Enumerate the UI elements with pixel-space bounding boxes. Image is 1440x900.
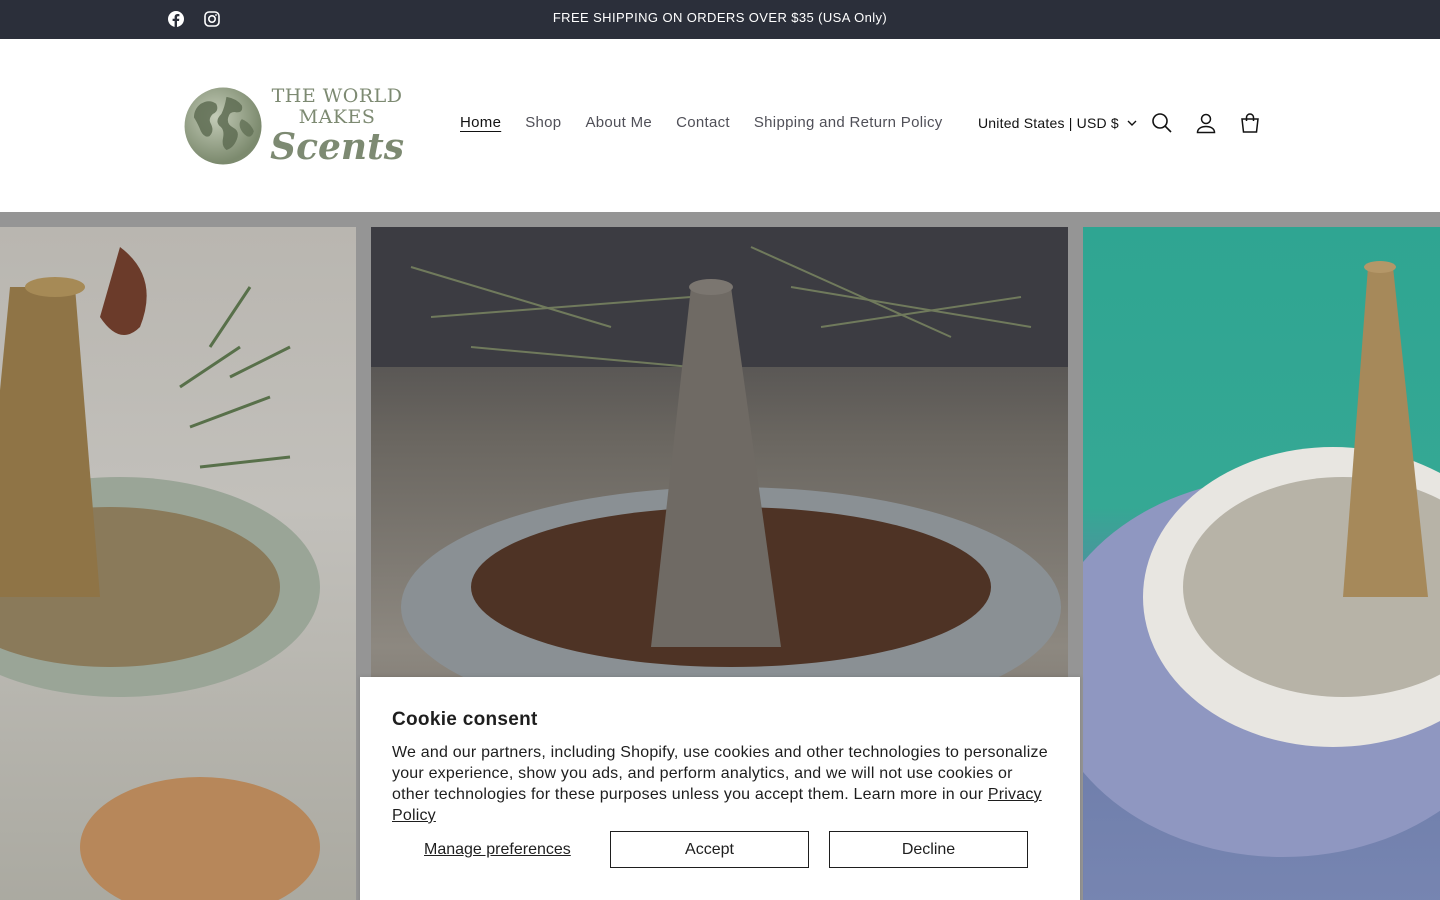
announcement-message: FREE SHIPPING ON ORDERS OVER $35 (USA On… (552, 10, 888, 25)
announcement-bar: FREE SHIPPING ON ORDERS OVER $35 (USA On… (0, 0, 1440, 39)
hero-image-lavender-cone (1083, 227, 1440, 900)
cookie-consent-dialog: Cookie consent We and our partners, incl… (360, 677, 1080, 900)
nav-shop[interactable]: Shop (513, 114, 573, 131)
globe-icon (184, 87, 262, 165)
cookie-body-text: We and our partners, including Shopify, … (392, 744, 1048, 803)
logo-line-3: Scents (270, 126, 404, 168)
manage-preferences-button[interactable]: Manage preferences (424, 841, 571, 859)
country-currency-selector[interactable]: United States | USD $ (978, 115, 1137, 131)
cookie-consent-title: Cookie consent (392, 709, 538, 730)
decline-button[interactable]: Decline (829, 831, 1028, 868)
locale-label: United States | USD $ (978, 115, 1119, 131)
cookie-consent-body: We and our partners, including Shopify, … (392, 742, 1052, 826)
main-nav: Home Shop About Me Contact Shipping and … (448, 114, 955, 131)
search-icon[interactable] (1150, 111, 1174, 135)
logo-line-1: THE WORLD (271, 85, 403, 107)
accept-button[interactable]: Accept (610, 831, 809, 868)
nav-home[interactable]: Home (448, 114, 513, 131)
chevron-down-icon (1127, 120, 1137, 126)
nav-contact[interactable]: Contact (664, 114, 742, 131)
hero-image-rosemary-cone (0, 227, 356, 900)
logo-line-2: MAKES (298, 106, 376, 128)
header-icons (1150, 111, 1262, 135)
cart-icon[interactable] (1238, 111, 1262, 135)
nav-shipping-return-policy[interactable]: Shipping and Return Policy (742, 114, 955, 131)
account-icon[interactable] (1194, 111, 1218, 135)
site-header: THE WORLD MAKES Scents Home Shop About M… (0, 39, 1440, 212)
store-logo[interactable]: THE WORLD MAKES Scents (182, 77, 404, 175)
logo-wordmark: THE WORLD MAKES Scents (270, 85, 404, 168)
nav-about-me[interactable]: About Me (573, 114, 664, 131)
